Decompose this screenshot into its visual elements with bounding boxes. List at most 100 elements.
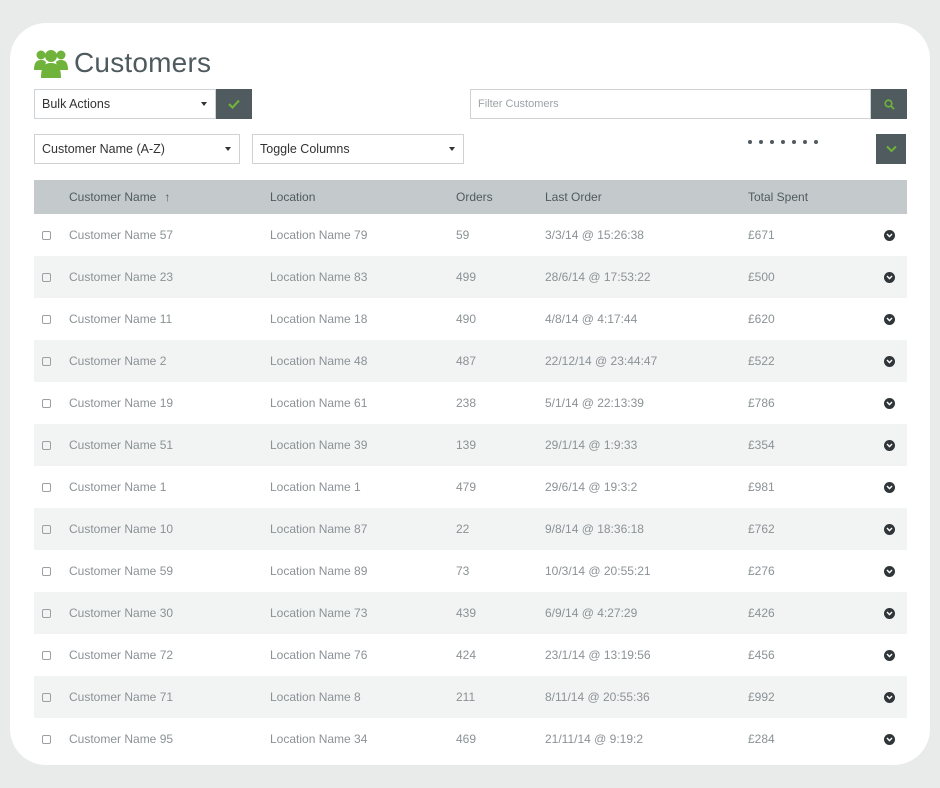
- row-expand-chevron-icon[interactable]: [884, 397, 895, 409]
- cell-location: Location Name 48: [270, 354, 368, 368]
- row-checkbox[interactable]: [42, 398, 51, 408]
- cell-total-spent: £620: [748, 312, 775, 326]
- cell-total-spent: £276: [748, 564, 775, 578]
- row-checkbox[interactable]: [42, 650, 51, 660]
- page-dot[interactable]: [792, 140, 796, 144]
- table-row[interactable]: Customer Name 11 Location Name 18 490 4/8/1…: [34, 298, 907, 340]
- chevron-down-icon: [885, 145, 897, 153]
- cell-total-spent: £786: [748, 396, 775, 410]
- cell-customer-name: Customer Name 72: [69, 648, 174, 662]
- bulk-apply-button[interactable]: [216, 89, 252, 119]
- row-checkbox[interactable]: [42, 608, 51, 618]
- row-checkbox[interactable]: [42, 440, 51, 450]
- row-expand-chevron-icon[interactable]: [884, 355, 895, 367]
- cell-orders: 22: [456, 522, 470, 536]
- search-button[interactable]: [871, 89, 907, 119]
- row-checkbox[interactable]: [42, 566, 51, 576]
- filter-customers-input[interactable]: [470, 89, 871, 119]
- row-expand-chevron-icon[interactable]: [884, 313, 895, 325]
- row-checkbox[interactable]: [42, 356, 51, 366]
- table-row[interactable]: Customer Name 71 Location Name 8 211 8/11/1…: [34, 676, 907, 718]
- cell-customer-name: Customer Name 30: [69, 606, 174, 620]
- page-dot[interactable]: [814, 140, 818, 144]
- cell-location: Location Name 83: [270, 270, 368, 284]
- row-expand-chevron-icon[interactable]: [884, 271, 895, 283]
- column-header-total-spent[interactable]: Total Spent: [748, 180, 882, 214]
- bulk-actions-label: Bulk Actions: [42, 97, 111, 111]
- table-row[interactable]: Customer Name 2 Location Name 48 487 22/12/…: [34, 340, 907, 382]
- table-row[interactable]: Customer Name 23 Location Name 83 499 28/6/…: [34, 256, 907, 298]
- sort-select-label: Customer Name (A-Z): [42, 142, 165, 156]
- table-header-row: Customer Name ↑ Location Orders Last Orde…: [34, 180, 907, 214]
- row-checkbox[interactable]: [42, 230, 51, 240]
- cell-location: Location Name 87: [270, 522, 368, 536]
- cell-customer-name: Customer Name 59: [69, 564, 174, 578]
- row-checkbox[interactable]: [42, 482, 51, 492]
- toggle-columns-select[interactable]: Toggle Columns: [252, 134, 464, 164]
- cell-orders: 490: [456, 312, 477, 326]
- table-row[interactable]: Customer Name 57 Location Name 79 59 3/3/14…: [34, 214, 907, 256]
- bulk-actions-select[interactable]: Bulk Actions: [34, 89, 216, 119]
- cell-orders: 469: [456, 732, 477, 746]
- cell-location: Location Name 73: [270, 606, 368, 620]
- table-row[interactable]: Customer Name 72 Location Name 76 424 23/1/…: [34, 634, 907, 676]
- page-title: Customers: [74, 47, 212, 78]
- cell-orders: 59: [456, 228, 470, 242]
- cell-last-order: 21/11/14 @ 9:19:2: [545, 732, 644, 746]
- page-dot[interactable]: [781, 140, 785, 144]
- row-expand-chevron-icon[interactable]: [884, 523, 895, 535]
- cell-location: Location Name 34: [270, 732, 368, 746]
- page-header: Customers: [34, 43, 211, 83]
- row-expand-chevron-icon[interactable]: [884, 565, 895, 577]
- column-header-last-order[interactable]: Last Order: [545, 180, 748, 214]
- cell-customer-name: Customer Name 57: [69, 228, 174, 242]
- caret-down-icon: [201, 102, 207, 106]
- row-expand-chevron-icon[interactable]: [884, 229, 895, 241]
- cell-last-order: 28/6/14 @ 17:53:22: [545, 270, 651, 284]
- column-header-orders[interactable]: Orders: [456, 180, 545, 214]
- search-icon: [883, 98, 895, 110]
- cell-total-spent: £981: [748, 480, 775, 494]
- column-header-customer-name[interactable]: Customer Name ↑: [69, 180, 270, 214]
- cell-location: Location Name 39: [270, 438, 368, 452]
- table-row[interactable]: Customer Name 30 Location Name 73 439 6/9/1…: [34, 592, 907, 634]
- row-expand-chevron-icon[interactable]: [884, 607, 895, 619]
- table-row[interactable]: Customer Name 51 Location Name 39 139 29/1/…: [34, 424, 907, 466]
- page-dot[interactable]: [770, 140, 774, 144]
- row-checkbox[interactable]: [42, 734, 51, 744]
- cell-orders: 439: [456, 606, 477, 620]
- cell-last-order: 8/11/14 @ 20:55:36: [545, 690, 650, 704]
- cell-last-order: 22/12/14 @ 23:44:47: [545, 354, 658, 368]
- cell-last-order: 23/1/14 @ 13:19:56: [545, 648, 651, 662]
- row-expand-chevron-icon[interactable]: [884, 649, 895, 661]
- cell-total-spent: £992: [748, 690, 775, 704]
- row-expand-chevron-icon[interactable]: [884, 439, 895, 451]
- cell-orders: 73: [456, 564, 470, 578]
- table-row[interactable]: Customer Name 95 Location Name 34 469 21/11…: [34, 718, 907, 760]
- cell-location: Location Name 8: [270, 690, 361, 704]
- cell-location: Location Name 18: [270, 312, 368, 326]
- page-dot[interactable]: [748, 140, 752, 144]
- page-dot[interactable]: [803, 140, 807, 144]
- row-expand-chevron-icon[interactable]: [884, 733, 895, 745]
- cell-location: Location Name 1: [270, 480, 361, 494]
- row-expand-chevron-icon[interactable]: [884, 481, 895, 493]
- row-checkbox[interactable]: [42, 524, 51, 534]
- table-row[interactable]: Customer Name 1 Location Name 1 479 29/6/14…: [34, 466, 907, 508]
- page-dot[interactable]: [759, 140, 763, 144]
- table-row[interactable]: Customer Name 59 Location Name 89 73 10/3/1…: [34, 550, 907, 592]
- sort-select[interactable]: Customer Name (A-Z): [34, 134, 240, 164]
- table-row[interactable]: Customer Name 19 Location Name 61 238 5/1/1…: [34, 382, 907, 424]
- table-row[interactable]: Customer Name 10 Location Name 87 22 9/8/14…: [34, 508, 907, 550]
- cell-last-order: 3/3/14 @ 15:26:38: [545, 228, 644, 242]
- toggle-columns-label: Toggle Columns: [260, 142, 350, 156]
- row-checkbox[interactable]: [42, 314, 51, 324]
- row-checkbox[interactable]: [42, 272, 51, 282]
- more-options-button[interactable]: [876, 134, 906, 164]
- cell-orders: 487: [456, 354, 477, 368]
- row-checkbox[interactable]: [42, 692, 51, 702]
- check-icon: [228, 99, 240, 109]
- row-expand-chevron-icon[interactable]: [884, 691, 895, 703]
- column-header-location[interactable]: Location: [270, 180, 456, 214]
- cell-customer-name: Customer Name 19: [69, 396, 174, 410]
